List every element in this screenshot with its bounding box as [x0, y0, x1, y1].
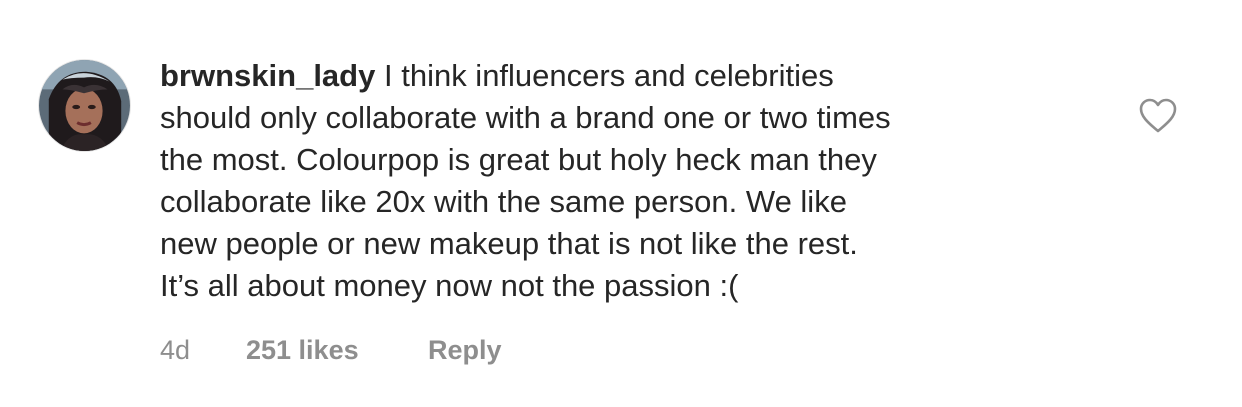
comment-line-3: the most. Colourpop is great but holy he…	[160, 142, 877, 177]
comment-line-1-text: I think influencers and celebrities	[383, 58, 834, 93]
comment-text: brwnskin_lady I think influencers and ce…	[160, 55, 1090, 307]
username-link[interactable]: brwnskin_lady	[160, 58, 375, 93]
reply-button[interactable]: Reply	[428, 332, 502, 368]
likes-count[interactable]: 251 likes	[246, 332, 359, 368]
avatar[interactable]	[38, 59, 131, 152]
comment-line-5: new people or new makeup that is not lik…	[160, 226, 858, 261]
timestamp[interactable]: 4d	[160, 332, 190, 368]
like-button[interactable]	[1139, 98, 1177, 134]
comment-line-4: collaborate like 20x with the same perso…	[160, 184, 847, 219]
comment-line-2: should only collaborate with a brand one…	[160, 100, 891, 135]
avatar-image	[39, 60, 130, 151]
heart-outline-icon	[1139, 98, 1177, 133]
comment-line-6: It’s all about money now not the passion…	[160, 268, 739, 303]
comment-line-1: brwnskin_lady I think influencers and ce…	[160, 55, 1090, 97]
